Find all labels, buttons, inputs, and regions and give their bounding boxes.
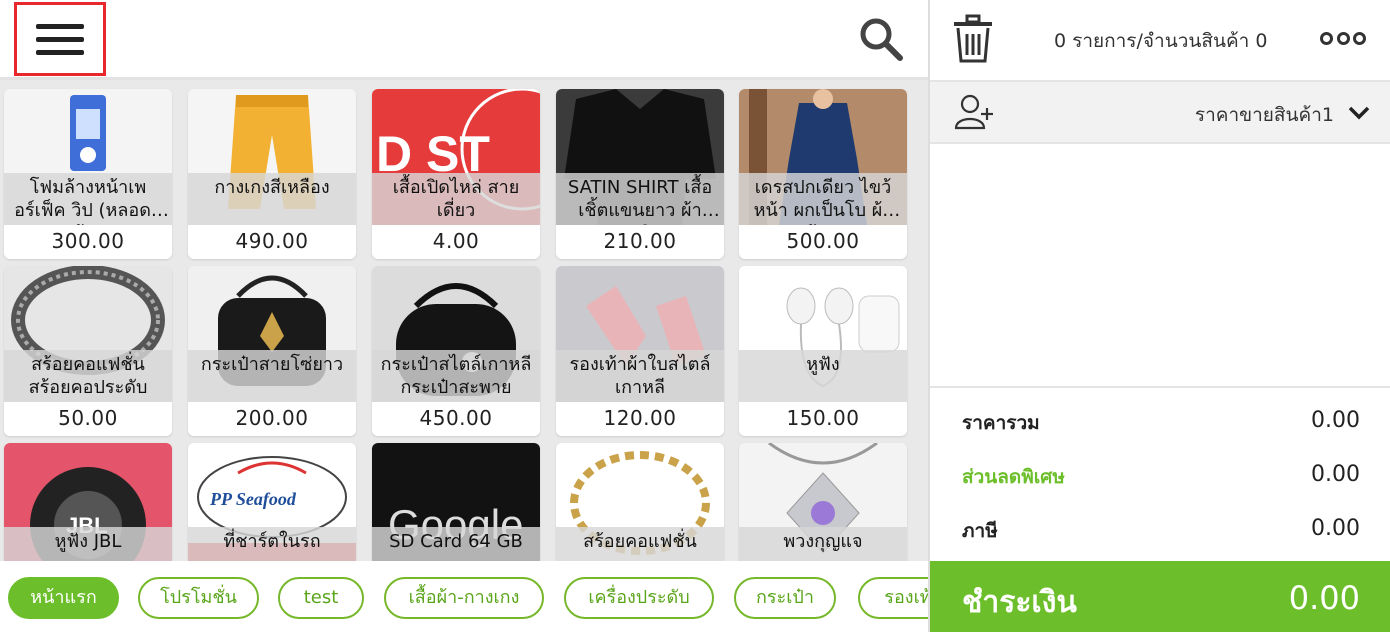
product-price: 150.00 [786,406,860,430]
product-name: โฟมล้างหน้าเพอร์เฟ็ค วิป (หลอดสีฟ้า) [4,173,172,225]
customer-bar: ราคาขายสินค้า1 [930,82,1390,144]
cart-pane: 0 รายการ/จำนวนสินค้า 0 ราคาขายสินค้า1 รา… [928,0,1390,632]
category-chip[interactable]: เครื่องประดับ [564,577,714,619]
discount-label[interactable]: ส่วนลดพิเศษ [962,462,1065,492]
category-chip[interactable]: test [278,577,364,619]
product-name: กระเป๋าสไตล์เกาหลี กระเป๋าสะพาย [372,350,540,402]
product-card[interactable]: PP Seafood ที่ชาร์ตในรถ [188,443,356,561]
product-card[interactable]: Google SD Card 64 GB [372,443,540,561]
product-price: 50.00 [58,406,118,430]
category-bar: หน้าแรก โปรโมชั่น test เสื้อผ้า-กางเกง เครื่… [0,561,928,632]
product-name: หูฟัง [739,350,907,402]
tax-value: 0.00 [1311,516,1360,541]
product-card[interactable]: หูฟัง 150.00 [739,266,907,436]
subtotal-label: ราคารวม [962,412,1040,434]
cart-summary: ราคารวม 0.00 ส่วนลดพิเศษ 0.00 ภาษี 0.00 [930,386,1390,561]
add-customer-icon[interactable] [954,94,994,130]
pay-total: 0.00 [1288,579,1360,617]
top-bar [0,0,928,80]
price-level-select[interactable]: ราคาขายสินค้า1 [1195,100,1334,130]
tax-row: ภาษี 0.00 [962,516,1360,550]
hamburger-menu-icon[interactable] [14,2,106,76]
discount-row[interactable]: ส่วนลดพิเศษ 0.00 [962,462,1360,496]
product-name: เดรสปกเดียว ไขว้หน้า ผกเป็นโบ ผ้าฝ้าย [739,173,907,225]
discount-value: 0.00 [1311,462,1360,487]
product-name: เสื้อเปิดไหล่ สายเดี่ยว [372,173,540,225]
category-chip[interactable]: รองเท้า [858,577,928,619]
product-card[interactable]: สร้อยคอแฟชั่น [556,443,724,561]
product-card[interactable]: เดรสปกเดียว ไขว้หน้า ผกเป็นโบ ผ้าฝ้าย 500… [739,89,907,259]
product-card[interactable]: JBL หูฟัง JBL [4,443,172,561]
product-card[interactable]: สร้อยคอแฟชั่น สร้อยคอประดับ 50.00 [4,266,172,436]
product-name: SD Card 64 GB [372,527,540,561]
product-price: 120.00 [603,406,677,430]
product-price: 500.00 [786,229,860,253]
subtotal-value: 0.00 [1311,408,1360,433]
product-name: สร้อยคอแฟชั่น [556,527,724,561]
category-chip[interactable]: เสื้อผ้า-กางเกง [384,577,544,619]
product-card[interactable]: กางเกงสีเหลือง 490.00 [188,89,356,259]
product-name: หูฟัง JBL [4,527,172,561]
product-price: 490.00 [235,229,309,253]
category-chip[interactable]: หน้าแรก [8,577,119,619]
category-chip[interactable]: โปรโมชั่น [138,577,259,619]
product-price: 4.00 [432,229,480,253]
pay-button[interactable]: ชำระเงิน 0.00 [930,561,1390,632]
product-card[interactable]: พวงกุญแจ [739,443,907,561]
trash-icon[interactable] [952,14,994,64]
more-options-icon[interactable] [1320,30,1366,46]
product-card[interactable]: D ST เสื้อเปิดไหล่ สายเดี่ยว 4.00 [372,89,540,259]
product-price: 200.00 [235,406,309,430]
product-name: SATIN SHIRT เสื้อเชิ้ตแขนยาว ผ้าซาติน [556,173,724,225]
pay-label: ชำระเงิน [962,585,1077,620]
product-card[interactable]: กระเป๋าสายโซ่ยาว 200.00 [188,266,356,436]
search-icon[interactable] [858,16,904,62]
product-card[interactable]: โฟมล้างหน้าเพอร์เฟ็ค วิป (หลอดสีฟ้า) 300.… [4,89,172,259]
product-pane: โฟมล้างหน้าเพอร์เฟ็ค วิป (หลอดสีฟ้า) 300.… [0,0,928,632]
product-card[interactable]: SATIN SHIRT เสื้อเชิ้ตแขนยาว ผ้าซาติน 210… [556,89,724,259]
subtotal-row: ราคารวม 0.00 [962,408,1360,442]
product-price: 210.00 [603,229,677,253]
product-name: กางเกงสีเหลือง [188,173,356,225]
product-card[interactable]: กระเป๋าสไตล์เกาหลี กระเป๋าสะพาย 450.00 [372,266,540,436]
category-chip[interactable]: กระเป๋า [734,577,836,619]
product-name: ที่ชาร์ตในรถ [188,527,356,561]
product-grid: โฟมล้างหน้าเพอร์เฟ็ค วิป (หลอดสีฟ้า) 300.… [0,83,928,561]
product-name: พวงกุญแจ [739,527,907,561]
cart-count-text: 0 รายการ/จำนวนสินค้า 0 [1054,30,1268,52]
chevron-down-icon[interactable] [1348,102,1370,122]
product-card[interactable]: รองเท้าผ้าใบสไตล์เกาหลี 120.00 [556,266,724,436]
product-name: สร้อยคอแฟชั่น สร้อยคอประดับ [4,350,172,402]
svg-text:PP Seafood: PP Seafood [209,489,297,509]
cart-header: 0 รายการ/จำนวนสินค้า 0 [930,0,1390,82]
tax-label: ภาษี [962,520,998,542]
product-name: รองเท้าผ้าใบสไตล์เกาหลี [556,350,724,402]
product-price: 300.00 [51,229,125,253]
product-name: กระเป๋าสายโซ่ยาว [188,350,356,402]
product-price: 450.00 [419,406,493,430]
